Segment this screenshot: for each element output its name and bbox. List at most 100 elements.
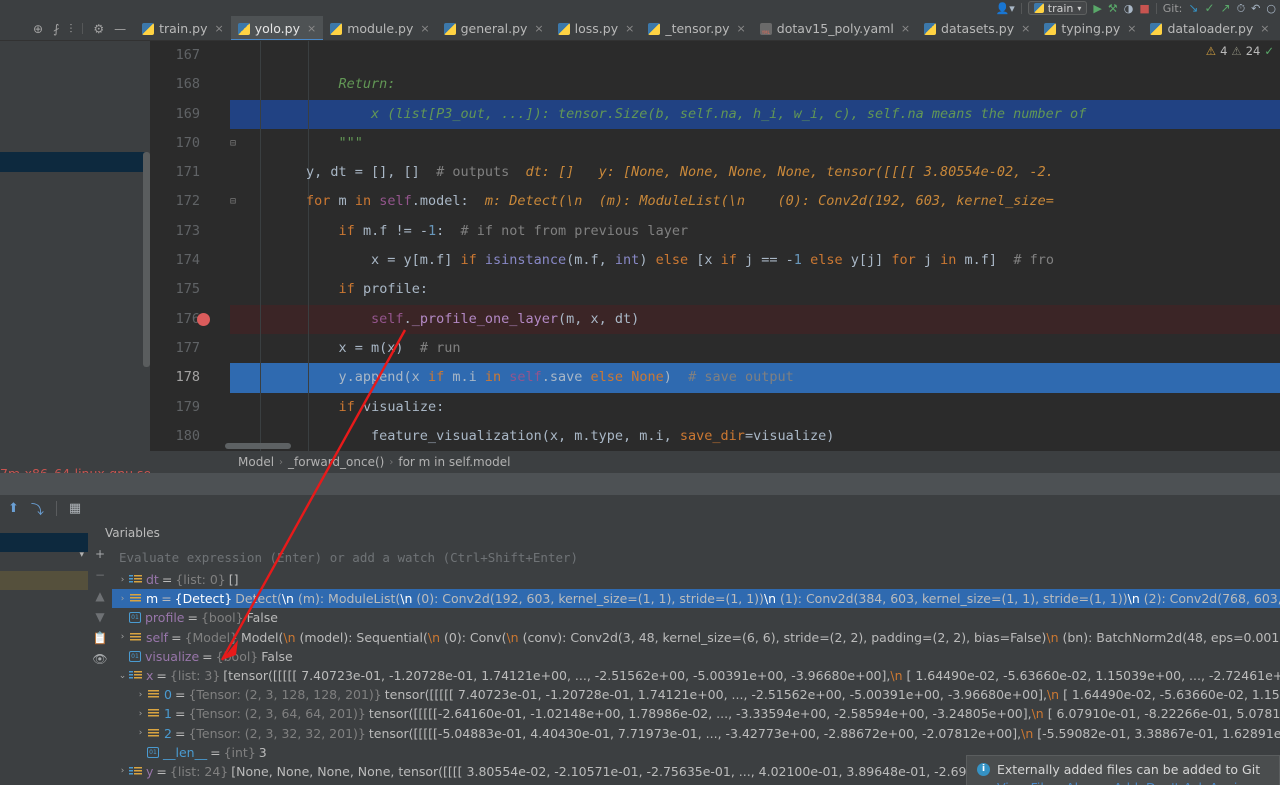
tab-close-icon[interactable]: ×	[215, 22, 224, 35]
breadcrumb-separator: ›	[279, 456, 284, 468]
tab-close-icon[interactable]: ×	[1260, 22, 1269, 35]
inspection-status[interactable]: ⚠ 4 ⚠ 24 ✓	[1206, 44, 1274, 58]
code-line[interactable]: 172 ⊟ for m in self.model: m: Detect(\n (…	[150, 187, 1280, 217]
code-line[interactable]: 168 Return:	[150, 70, 1280, 100]
debug-panel-divider[interactable]	[0, 473, 1280, 495]
variable-row[interactable]: ›01profile={bool}False	[112, 608, 1280, 627]
breakpoint-icon[interactable]	[197, 312, 210, 326]
profile-dropdown-icon[interactable]: 👤▾	[996, 3, 1015, 14]
step-out-icon[interactable]: ⬆	[8, 501, 19, 516]
code-line[interactable]: 175 if profile:	[150, 275, 1280, 305]
code-line[interactable]: 173 if m.f != -1: # if not from previous…	[150, 216, 1280, 247]
run-configuration-selector[interactable]: train ▾	[1027, 1, 1088, 15]
variable-row[interactable]: › m = {Detect} Detect(\n (m): ModuleList(\n …	[112, 589, 1280, 609]
warning-count: 4	[1220, 44, 1228, 58]
tab-yolo-py[interactable]: yolo.py ×	[230, 16, 324, 40]
search-everywhere-icon[interactable]: ○	[1266, 3, 1276, 14]
expand-arrow-icon[interactable]: ›	[134, 709, 147, 719]
variables-tree[interactable]: › dt = {list: 0}[] › m = {Detect} Detect(\n (m):…	[112, 570, 1280, 785]
tab-close-icon[interactable]: ×	[625, 22, 634, 35]
tab-close-icon[interactable]: ×	[534, 22, 543, 35]
remove-watch-icon[interactable]: −	[95, 569, 105, 581]
debug-button[interactable]: ⚒	[1108, 2, 1118, 15]
variable-row[interactable]: › 0 = {Tensor: (2, 3, 128, 128, 201)} tensor…	[112, 685, 1280, 704]
code-line[interactable]: 178 y.append(x if m.i in self.save else …	[150, 363, 1280, 393]
run-button[interactable]: ▶	[1093, 2, 1101, 15]
frames-panel[interactable]: ▾	[0, 522, 88, 785]
evaluate-expression-icon[interactable]: ▦	[69, 501, 81, 516]
tab-module-py[interactable]: module.py ×	[323, 16, 437, 40]
tab-loss-py[interactable]: loss.py ×	[550, 16, 642, 40]
tab-close-icon[interactable]: ×	[737, 22, 746, 35]
variable-row[interactable]: › self = {Model} Model(\n (model): Sequentia…	[112, 628, 1280, 647]
code-line[interactable]: 169 x (list[P3_out, ...]): tensor.Size(b…	[150, 99, 1280, 129]
code-line[interactable]: 180 feature_visualization(x, m.type, m.i…	[150, 421, 1280, 451]
watch-input[interactable]: Evaluate expression (Enter) or add a wat…	[112, 546, 1280, 568]
tab-dotav15_poly-yaml[interactable]: dotav15_poly.yaml ×	[752, 16, 918, 40]
breadcrumb-item[interactable]: for m in self.model	[398, 455, 510, 469]
show-execution-point-icon[interactable]: ⊕	[33, 23, 43, 35]
inspect-icon[interactable]: 👁	[92, 653, 107, 665]
tab-datasets-py[interactable]: datasets.py ×	[917, 16, 1038, 40]
code-line[interactable]: 177 x = m(x) # run	[150, 333, 1280, 364]
git-notification-balloon[interactable]: i Externally added files can be added to…	[966, 755, 1280, 785]
run-with-coverage-icon[interactable]: ◑	[1124, 3, 1134, 14]
code-line[interactable]: 179 if visualize:	[150, 392, 1280, 422]
tab-close-icon[interactable]: ×	[901, 22, 910, 35]
expand-arrow-icon[interactable]: ›	[134, 690, 147, 700]
step-into-icon[interactable]: ⨏	[53, 23, 59, 35]
variable-row[interactable]: ⌄ x = {list: 3} [tensor([[[[[ 7.40723e-01, -…	[112, 666, 1280, 685]
fold-icon[interactable]: ⊟	[226, 187, 240, 216]
breadcrumb-item[interactable]: _forward_once()	[288, 455, 384, 469]
tab-close-icon[interactable]: ×	[307, 22, 316, 35]
tab-dataloader-py[interactable]: dataloader.py ×	[1143, 16, 1277, 40]
code-line[interactable]: 176 self._profile_one_layer(m, x, dt)	[150, 304, 1280, 334]
code-line[interactable]: 167	[150, 41, 1280, 71]
tab-typing-py[interactable]: typing.py ×	[1037, 16, 1144, 40]
stop-button[interactable]: ■	[1139, 2, 1149, 15]
tab-general-py[interactable]: general.py ×	[436, 16, 551, 40]
code-line[interactable]: 170 ⊟ """	[150, 128, 1280, 159]
expand-arrow-icon[interactable]: ›	[116, 575, 129, 585]
tab-train-py[interactable]: train.py ×	[135, 16, 231, 40]
copy-value-icon[interactable]: 📋	[93, 632, 108, 644]
tab-close-icon[interactable]: ×	[1021, 22, 1030, 35]
code-line[interactable]: 174 x = y[m.f] if isinstance(m.f, int) e…	[150, 246, 1280, 276]
settings-gear-icon[interactable]: ⚙	[93, 23, 104, 35]
expand-arrow-icon[interactable]: ›	[116, 594, 129, 604]
expand-arrow-icon[interactable]: ›	[116, 632, 129, 642]
code-editor[interactable]: 167 168 Return: 169 x (list[P3_out, ...]):…	[150, 41, 1280, 451]
frame-row-selected[interactable]	[0, 533, 88, 552]
frame-row-highlighted[interactable]	[0, 571, 88, 590]
expand-arrow-icon[interactable]: ›	[116, 766, 129, 776]
tab-label: _tensor.py	[665, 21, 730, 36]
fold-icon[interactable]: ⊟	[226, 129, 240, 158]
variables-tab-label: Variables	[105, 526, 160, 540]
editor-horizontal-scrollbar[interactable]	[225, 443, 291, 449]
git-commit-icon[interactable]: ✓	[1204, 1, 1214, 15]
git-push-icon[interactable]: ↗	[1221, 1, 1231, 15]
variable-row[interactable]: ›01visualize={bool}False	[112, 647, 1280, 666]
tab-close-icon[interactable]: ×	[1127, 22, 1136, 35]
tab-_tensor-py[interactable]: _tensor.py ×	[641, 16, 753, 40]
move-down-icon[interactable]: ▼	[95, 611, 104, 623]
git-history-icon[interactable]: ⏱	[1237, 3, 1246, 14]
expand-arrow-icon[interactable]: ⌄	[116, 671, 129, 681]
breadcrumb-item[interactable]: Model	[238, 455, 274, 469]
editor-vertical-scrollbar[interactable]	[143, 152, 150, 367]
variable-row[interactable]: › 2 = {Tensor: (2, 3, 32, 32, 201)} tensor([…	[112, 724, 1280, 743]
variable-row[interactable]: › 1 = {Tensor: (2, 3, 64, 64, 201)} tensor([…	[112, 704, 1280, 723]
variables-tab[interactable]: Variables	[96, 522, 1280, 544]
tab-close-icon[interactable]: ×	[420, 22, 429, 35]
git-update-icon[interactable]: ↘	[1188, 1, 1198, 15]
run-to-cursor-icon[interactable]: ⤵	[31, 499, 44, 518]
undo-icon[interactable]: ↶	[1251, 3, 1260, 14]
notification-links[interactable]: View Files, Always Add, Don't Ask Again	[997, 780, 1245, 785]
code-line[interactable]: 171 y, dt = [], [] # outputs dt: [] y: […	[150, 158, 1280, 188]
variable-row[interactable]: › dt = {list: 0}[]	[112, 570, 1280, 589]
move-up-icon[interactable]: ▲	[95, 590, 104, 602]
add-watch-icon[interactable]: +	[95, 548, 105, 560]
expand-arrow-icon[interactable]: ›	[134, 728, 147, 738]
minimize-icon[interactable]: —	[114, 23, 126, 35]
step-over-icon[interactable]: ⫶	[69, 23, 72, 35]
